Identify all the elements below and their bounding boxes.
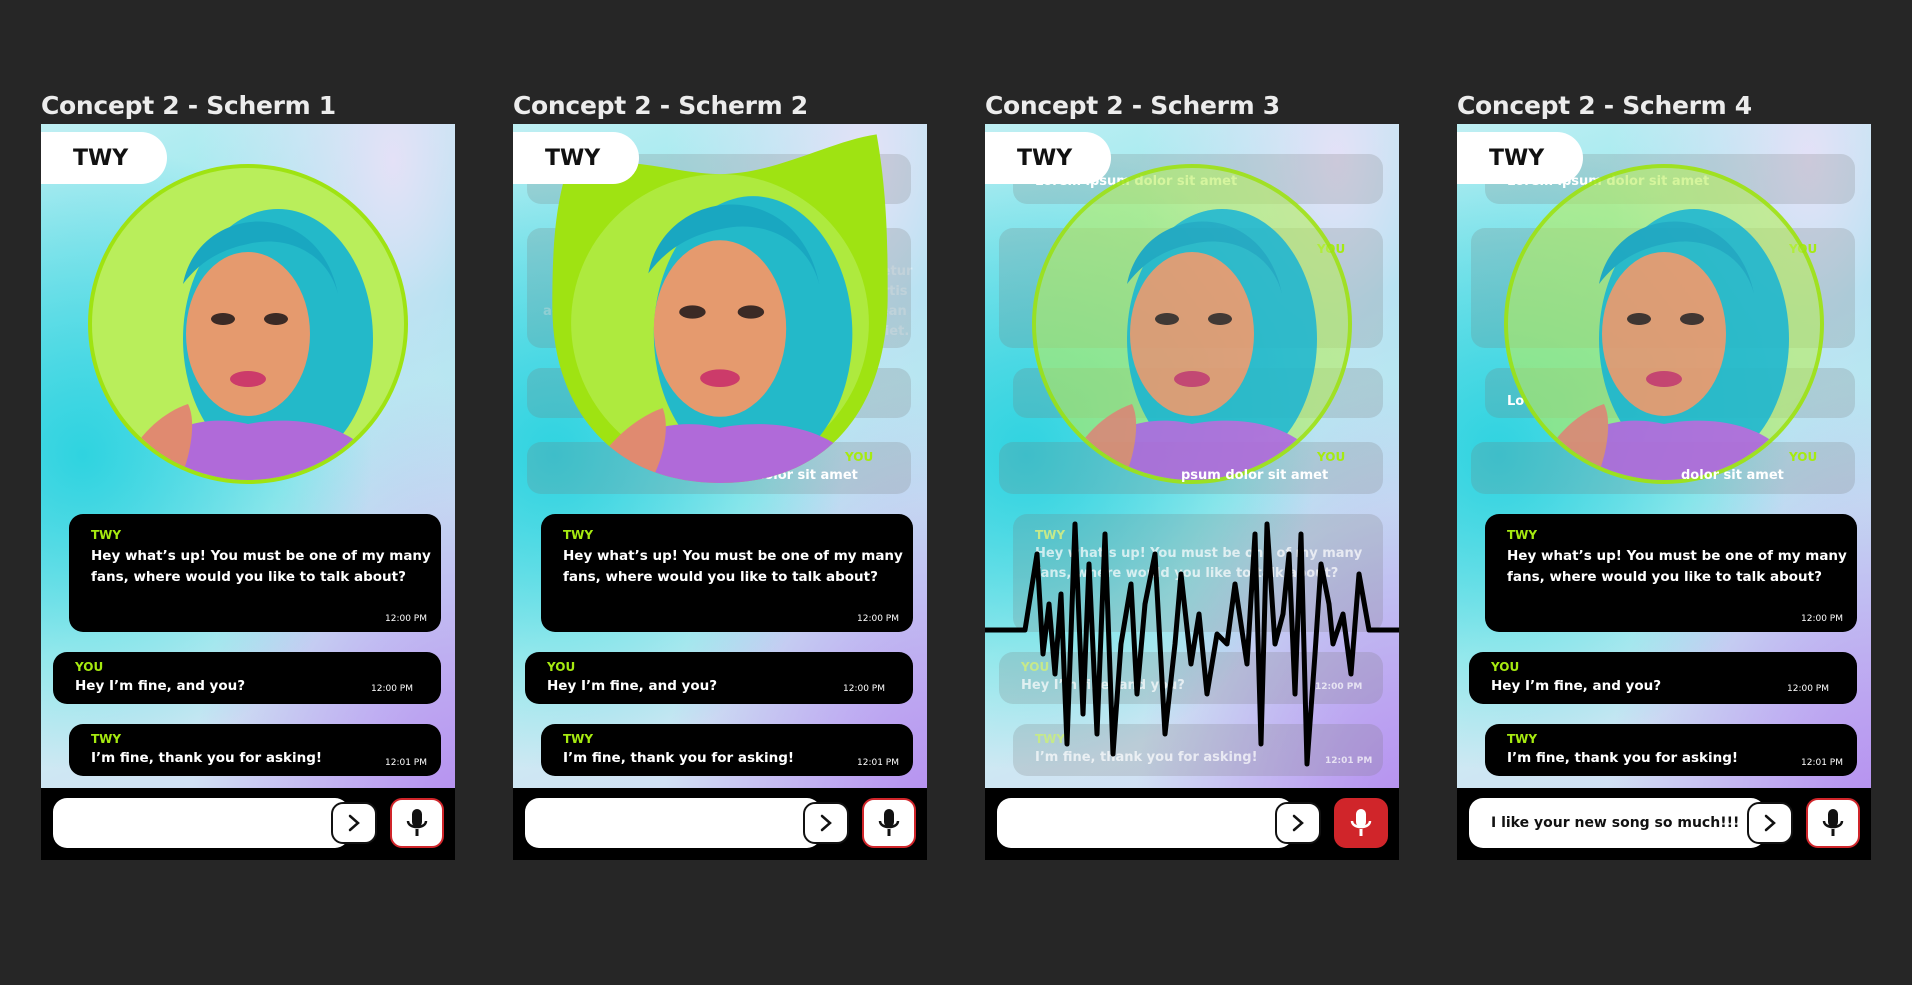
message-sender: TWY [91, 528, 122, 542]
phone-screen-1: TWY TWY Hey what’s up! You must be one o… [41, 124, 455, 860]
avatar [1504, 164, 1824, 484]
chevron-right-icon [1764, 814, 1776, 832]
message-time: 12:00 PM [843, 684, 885, 694]
avatar [1032, 164, 1352, 484]
mic-button[interactable] [390, 798, 444, 848]
composer-bar [41, 788, 455, 860]
message-you: YOU Hey I’m fine, and you? 12:00 PM [53, 652, 441, 704]
message-input[interactable] [525, 798, 821, 848]
send-button[interactable] [1747, 802, 1793, 844]
message-you: YOU Hey I’m fine, and you? 12:00 PM [525, 652, 913, 704]
screen-title-3: Concept 2 - Scherm 3 [985, 91, 1280, 120]
message-input-value: I like your new song so much!!! [1491, 815, 1740, 831]
message-time: 12:01 PM [857, 758, 899, 768]
message-time: 12:00 PM [1787, 684, 1829, 694]
message-input[interactable] [53, 798, 349, 848]
message-sender: TWY [563, 732, 594, 746]
message-time: 12:00 PM [857, 614, 899, 624]
chevron-right-icon [348, 814, 360, 832]
message-text: Hey I’m fine, and you? [75, 678, 246, 694]
message-time: 12:00 PM [1801, 614, 1843, 624]
brand-label: TWY [1457, 132, 1583, 184]
message-sender: TWY [1507, 528, 1538, 542]
microphone-icon [1350, 809, 1372, 836]
message-text: I’m fine, thank you for asking! [91, 750, 323, 766]
send-button[interactable] [1275, 802, 1321, 844]
composer-bar [985, 788, 1399, 860]
message-you: YOU Hey I’m fine, and you? 12:00 PM [1469, 652, 1857, 704]
message-text: Hey what’s up! You must be one of my man… [91, 548, 431, 585]
chevron-right-icon [1292, 814, 1304, 832]
brand-label: TWY [41, 132, 167, 184]
phone-screen-2: Lorem ipsum dolor sit amet YOU YOU dolor… [513, 124, 927, 860]
send-button[interactable] [331, 802, 377, 844]
mic-button[interactable] [1806, 798, 1860, 848]
ghost-text: psum dolor sit amet [1181, 468, 1329, 483]
message-sender: YOU [1491, 660, 1520, 674]
message-time: 12:00 PM [385, 614, 427, 624]
message-text: I’m fine, thank you for asking! [1507, 750, 1739, 766]
message-time: 12:00 PM [371, 684, 413, 694]
message-text: I’m fine, thank you for asking! [563, 750, 795, 766]
message-time: 12:01 PM [1801, 758, 1843, 768]
message-twy-reply: TWY I’m fine, thank you for asking! 12:0… [69, 724, 441, 776]
composer-bar [513, 788, 927, 860]
phone-screen-4: Lorem ipsum dolor sit amet YOU Lo YOU do… [1457, 124, 1871, 860]
message-sender: TWY [563, 528, 594, 542]
avatar-blob [543, 130, 897, 494]
microphone-icon [878, 809, 900, 836]
composer-bar: I like your new song so much!!! [1457, 788, 1871, 860]
phone-screen-3: Lorem ipsum dolor sit amet YOU YOU psum … [985, 124, 1399, 860]
chevron-right-icon [820, 814, 832, 832]
message-sender: YOU [75, 660, 104, 674]
message-twy-greeting: TWY Hey what’s up! You must be one of my… [69, 514, 441, 632]
send-button[interactable] [803, 802, 849, 844]
mic-button-recording[interactable] [1334, 798, 1388, 848]
message-sender: YOU [547, 660, 576, 674]
message-text: Hey I’m fine, and you? [547, 678, 718, 694]
message-sender: TWY [1507, 732, 1538, 746]
message-twy-reply: TWY I’m fine, thank you for asking! 12:0… [541, 724, 913, 776]
message-text: Hey what’s up! You must be one of my man… [1507, 548, 1847, 585]
microphone-icon [1822, 809, 1844, 836]
ghost-text: dolor sit amet [1681, 468, 1784, 483]
message-twy-reply: TWY I’m fine, thank you for asking! 12:0… [1485, 724, 1857, 776]
brand-label: TWY [985, 132, 1111, 184]
message-sender: TWY [91, 732, 122, 746]
mic-button[interactable] [862, 798, 916, 848]
message-text: Hey I’m fine, and you? [1491, 678, 1662, 694]
screen-title-2: Concept 2 - Scherm 2 [513, 91, 808, 120]
screen-title-4: Concept 2 - Scherm 4 [1457, 91, 1752, 120]
brand-label: TWY [513, 132, 639, 184]
microphone-icon [406, 809, 428, 836]
screen-title-1: Concept 2 - Scherm 1 [41, 91, 336, 120]
message-text: Hey what’s up! You must be one of my man… [563, 548, 903, 585]
message-input[interactable] [997, 798, 1293, 848]
voice-waveform [985, 521, 1399, 767]
message-twy-greeting: TWY Hey what’s up! You must be one of my… [541, 514, 913, 632]
message-twy-greeting: TWY Hey what’s up! You must be one of my… [1485, 514, 1857, 632]
message-input[interactable]: I like your new song so much!!! [1469, 798, 1765, 848]
avatar [88, 164, 408, 484]
message-time: 12:01 PM [385, 758, 427, 768]
